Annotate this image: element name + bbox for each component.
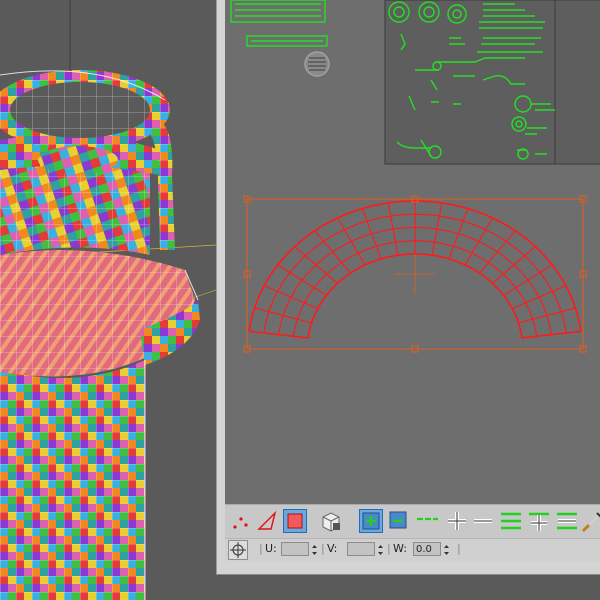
v-input[interactable] — [347, 542, 375, 556]
w-spinner[interactable] — [443, 542, 450, 558]
uv-toolbar — [225, 504, 600, 539]
u-label: U: — [265, 542, 277, 555]
ring-grow-icon[interactable] — [445, 509, 469, 533]
loop-minus-icon[interactable] — [555, 509, 579, 533]
loop-grow-icon[interactable] — [527, 509, 551, 533]
loop-shrink-icon[interactable] — [499, 509, 523, 533]
uv-canvas[interactable] — [225, 0, 600, 504]
u-input[interactable] — [281, 542, 309, 556]
edge-mode-icon[interactable] — [255, 509, 279, 533]
grow-selection-icon[interactable] — [359, 509, 383, 533]
polygon-mode-icon[interactable] — [283, 509, 307, 533]
w-input[interactable]: 0.0 — [413, 542, 441, 556]
paint-select-icon[interactable] — [581, 509, 600, 533]
shrink-selection-icon[interactable] — [387, 509, 411, 533]
vertex-mode-icon[interactable] — [229, 509, 253, 533]
w-label: W: — [393, 542, 407, 555]
uv-editor-window: | U: | V: | W: 0.0 | — [216, 0, 600, 575]
texture-tile — [384, 0, 600, 165]
u-spinner[interactable] — [311, 542, 318, 558]
element-mode-icon[interactable] — [319, 509, 343, 533]
v-label: V: — [327, 542, 338, 555]
ring-shrink-icon[interactable] — [415, 509, 439, 533]
uv-statusbar: | U: | V: | W: 0.0 | — [225, 538, 600, 561]
ring-minus-icon[interactable] — [471, 509, 495, 533]
absolute-offset-toggle[interactable] — [228, 540, 248, 560]
v-spinner[interactable] — [377, 542, 384, 558]
